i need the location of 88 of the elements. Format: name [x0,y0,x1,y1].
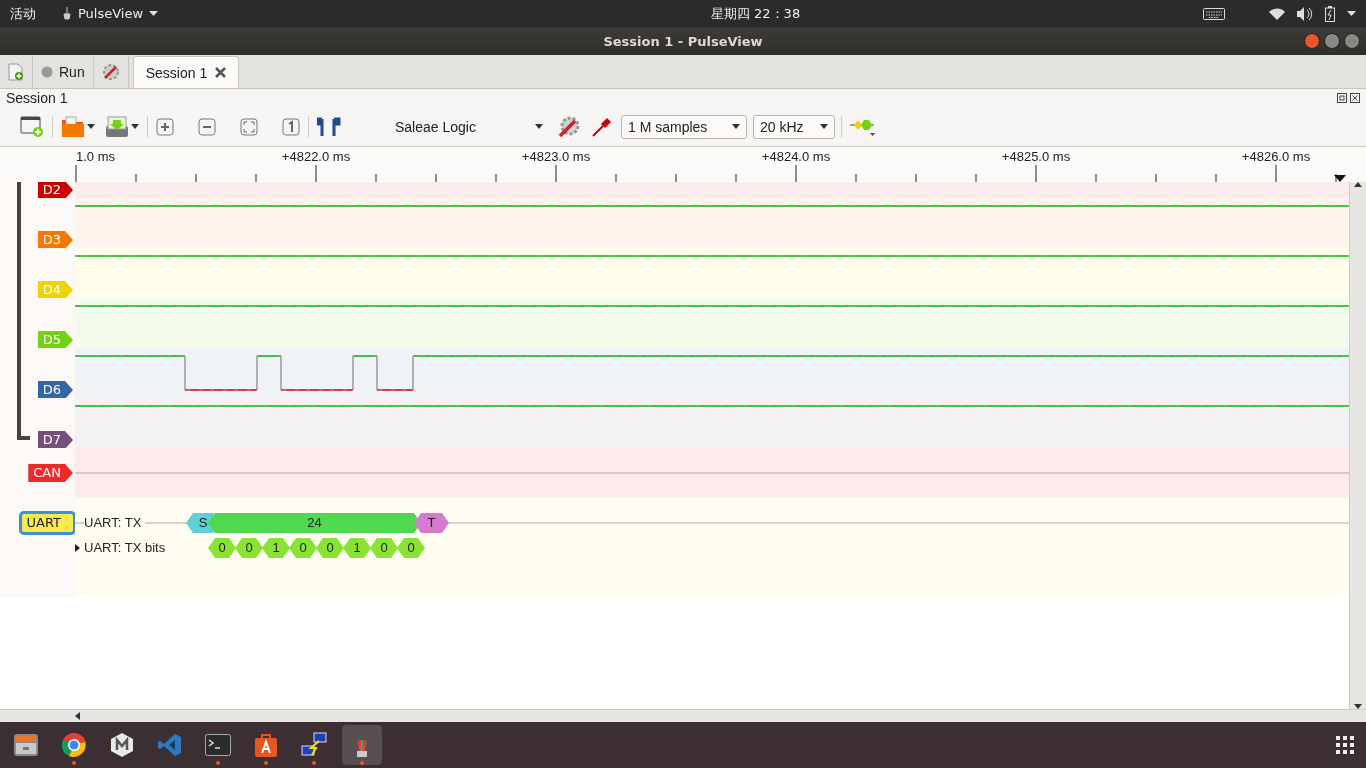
file-cabinet-icon [13,732,39,758]
running-dot [312,761,316,765]
annotation: 1 [262,538,290,558]
annotation: 0 [370,538,398,558]
code-editor-icon [158,733,182,757]
app-grid-icon[interactable] [1336,736,1354,754]
ruler-label: +4823.0 ms [521,149,591,164]
volume-icon[interactable] [1297,6,1313,21]
float-icon[interactable] [1337,93,1347,103]
scroll-left-icon [75,712,80,720]
decoder-label[interactable]: CAN [28,464,73,482]
zoom-fit-button[interactable] [238,115,260,138]
settings-icon [101,63,120,81]
dock-app[interactable] [342,725,382,765]
flags-icon [317,116,341,137]
save-button[interactable] [103,113,141,140]
run-button[interactable]: Run [33,56,94,88]
horizontal-scrollbar[interactable] [0,709,1366,722]
keyboard-icon[interactable] [1203,7,1225,20]
battery-icon[interactable] [1325,5,1335,22]
ruler-label: +4826.0 ms [1241,149,1311,164]
open-button[interactable] [59,113,97,140]
save-drive-icon [105,115,129,138]
session-title: Session 1 [6,90,68,106]
running-dot [72,761,76,765]
ruler-label: 1.0 ms [76,149,115,164]
zoom-one-to-one-button[interactable] [280,115,302,138]
zoom-out-button[interactable] [196,115,218,138]
browser-icon [61,732,87,758]
minimize-button[interactable] [1324,33,1340,49]
decoder-row-label: UART: TX bits [84,540,167,555]
close-button[interactable] [1304,33,1320,49]
decoder-label[interactable]: UART [21,514,73,532]
ruler-label: +4825.0 ms [1001,149,1071,164]
probe-icon [62,6,72,21]
annotation: 0 [208,538,236,558]
caret-icon [535,124,543,129]
annotation: 0 [235,538,263,558]
zoom-fit-icon [240,117,258,136]
folder-icon [61,115,85,138]
running-dot [264,761,268,765]
new-document-icon [8,63,24,81]
wifi-icon[interactable] [1269,7,1285,20]
annotation: 0 [316,538,344,558]
one-to-one-icon [282,117,300,136]
annotation: 1 [343,538,371,558]
probe-icon [591,115,613,138]
hexagon-icon [110,732,134,758]
vertical-scrollbar[interactable] [1349,182,1366,709]
window-title: Session 1 - PulseView [603,33,763,49]
caret-icon [87,124,95,129]
annotation: T [414,513,449,533]
network-computers-icon [301,732,327,758]
clock[interactable]: 星期四 22：38 [560,4,801,23]
app-menu-label: PulseView [78,6,144,21]
decoder-row-label: UART: TX [84,515,146,530]
zoom-out-icon [198,117,216,136]
decoder-icon [850,117,876,136]
ruler-label: +4824.0 ms [761,149,831,164]
new-window-icon [20,115,44,138]
zoom-in-icon [156,117,174,136]
wrench-gear-icon [557,114,581,139]
terminal-icon [205,734,231,756]
app-menu[interactable]: PulseView [62,6,159,21]
annotation: 0 [289,538,317,558]
shopping-bag-icon [254,732,278,758]
caret-icon [820,124,828,129]
session-tab[interactable]: Session 1 [132,56,240,88]
device-dropdown[interactable]: Saleae Logic [389,117,549,136]
channel-label[interactable]: D7 [37,431,73,448]
caret-icon [732,124,740,129]
running-dot [360,761,364,765]
samples-dropdown[interactable]: 1 M samples [621,114,747,139]
caret-icon [131,124,139,129]
caret-icon [149,11,159,16]
annotation: 0 [397,538,425,558]
new-view-button[interactable] [18,113,46,140]
system-menu-caret-icon[interactable] [1347,11,1356,16]
zoom-in-button[interactable] [154,115,176,138]
samplerate-dropdown[interactable]: 20 kHz [753,114,835,139]
close-icon[interactable] [1350,93,1360,103]
channel-label[interactable]: D6 [37,381,73,399]
ruler-label: +4822.0 ms [281,149,351,164]
running-dot [216,761,220,765]
close-icon [215,67,227,78]
activities-button[interactable]: 活动 [10,4,36,23]
record-icon [41,66,53,78]
maximize-button[interactable] [1344,33,1360,49]
